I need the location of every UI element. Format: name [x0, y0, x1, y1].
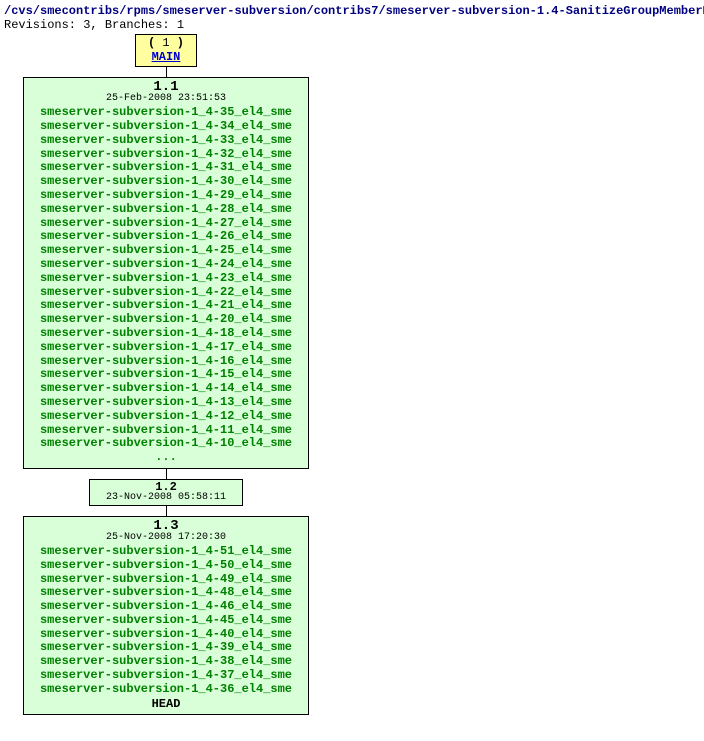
tag-label: smeserver-subversion-1_4-10_el4_sme: [27, 437, 305, 451]
tag-label: smeserver-subversion-1_4-23_el4_sme: [27, 272, 305, 286]
revision-date: 25-Feb-2008 23:51:53: [27, 94, 305, 104]
tag-label: smeserver-subversion-1_4-22_el4_sme: [27, 286, 305, 300]
tag-label: smeserver-subversion-1_4-17_el4_sme: [27, 341, 305, 355]
tag-label: smeserver-subversion-1_4-26_el4_sme: [27, 230, 305, 244]
tag-label: smeserver-subversion-1_4-28_el4_sme: [27, 203, 305, 217]
revision-date: 23-Nov-2008 05:58:11: [106, 493, 226, 503]
tag-label: smeserver-subversion-1_4-29_el4_sme: [27, 189, 305, 203]
tag-label: smeserver-subversion-1_4-14_el4_sme: [27, 382, 305, 396]
bracket-right: ): [170, 36, 184, 50]
revision-graph: ( 1 ) MAIN 1.1 25-Feb-2008 23:51:53 smes…: [4, 34, 704, 715]
tag-label: smeserver-subversion-1_4-16_el4_sme: [27, 355, 305, 369]
more-indicator: ...: [27, 451, 305, 465]
tag-label: smeserver-subversion-1_4-25_el4_sme: [27, 244, 305, 258]
tag-label: smeserver-subversion-1_4-33_el4_sme: [27, 134, 305, 148]
tag-label: smeserver-subversion-1_4-49_el4_sme: [27, 573, 305, 587]
tag-label: smeserver-subversion-1_4-32_el4_sme: [27, 148, 305, 162]
tag-label: smeserver-subversion-1_4-34_el4_sme: [27, 120, 305, 134]
tag-label: smeserver-subversion-1_4-37_el4_sme: [27, 669, 305, 683]
tag-label: smeserver-subversion-1_4-12_el4_sme: [27, 410, 305, 424]
tag-label: smeserver-subversion-1_4-21_el4_sme: [27, 299, 305, 313]
tag-label: smeserver-subversion-1_4-39_el4_sme: [27, 641, 305, 655]
revision-date: 25-Nov-2008 17:20:30: [27, 533, 305, 543]
tag-label: smeserver-subversion-1_4-40_el4_sme: [27, 628, 305, 642]
bracket-left: (: [148, 36, 162, 50]
tag-label: smeserver-subversion-1_4-51_el4_sme: [27, 545, 305, 559]
tag-label: smeserver-subversion-1_4-20_el4_sme: [27, 313, 305, 327]
tag-label: smeserver-subversion-1_4-24_el4_sme: [27, 258, 305, 272]
tag-label: smeserver-subversion-1_4-27_el4_sme: [27, 217, 305, 231]
tag-label: smeserver-subversion-1_4-38_el4_sme: [27, 655, 305, 669]
connector: [166, 67, 167, 77]
tag-label: smeserver-subversion-1_4-13_el4_sme: [27, 396, 305, 410]
tag-label: smeserver-subversion-1_4-36_el4_sme: [27, 683, 305, 697]
branch-label: MAIN: [148, 50, 184, 64]
tag-label: smeserver-subversion-1_4-11_el4_sme: [27, 424, 305, 438]
connector: [166, 469, 167, 479]
tag-label: smeserver-subversion-1_4-35_el4_sme: [27, 106, 305, 120]
tag-label: smeserver-subversion-1_4-50_el4_sme: [27, 559, 305, 573]
revision-summary: Revisions: 3, Branches: 1: [4, 18, 704, 32]
tag-label: smeserver-subversion-1_4-45_el4_sme: [27, 614, 305, 628]
revision-box-1-2[interactable]: 1.2 23-Nov-2008 05:58:11: [89, 479, 243, 506]
tag-label: smeserver-subversion-1_4-15_el4_sme: [27, 368, 305, 382]
tag-label: smeserver-subversion-1_4-46_el4_sme: [27, 600, 305, 614]
revision-box-1-1[interactable]: 1.1 25-Feb-2008 23:51:53 smeserver-subve…: [23, 77, 309, 469]
tag-label: smeserver-subversion-1_4-48_el4_sme: [27, 586, 305, 600]
connector: [166, 506, 167, 516]
branch-box-main[interactable]: ( 1 ) MAIN: [135, 34, 197, 67]
head-label: HEAD: [27, 697, 305, 711]
branch-num: 1: [162, 36, 169, 50]
revision-title: 1.3: [27, 519, 305, 533]
file-path: /cvs/smecontribs/rpms/smeserver-subversi…: [4, 4, 704, 18]
tag-label: smeserver-subversion-1_4-30_el4_sme: [27, 175, 305, 189]
tag-label: smeserver-subversion-1_4-18_el4_sme: [27, 327, 305, 341]
tag-label: smeserver-subversion-1_4-31_el4_sme: [27, 161, 305, 175]
revision-box-1-3[interactable]: 1.3 25-Nov-2008 17:20:30 smeserver-subve…: [23, 516, 309, 715]
